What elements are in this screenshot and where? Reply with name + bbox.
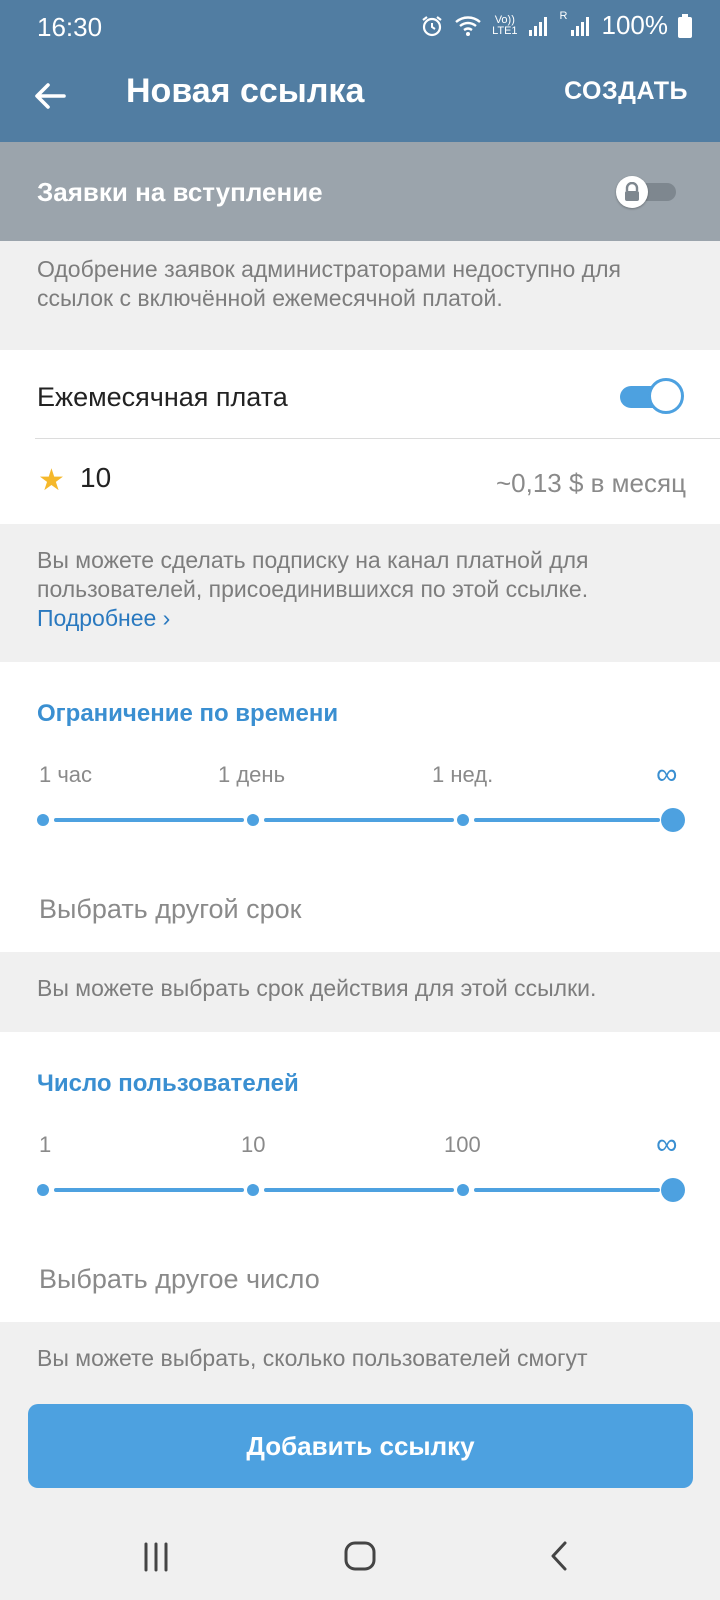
time-limit-card: Ограничение по времени 1 час 1 день 1 не… [0,662,720,952]
time-tick[interactable]: ∞ [656,758,677,792]
system-nav-bar [0,1510,720,1600]
arrow-left-icon[interactable] [30,76,70,116]
star-icon: ★ [38,464,65,497]
network-type: Vo)) LTE1 [492,13,518,37]
add-link-button[interactable]: Добавить ссылку [28,1404,693,1488]
slider-segment [54,1188,244,1192]
status-bar: 16:30 Vo)) LTE1 R 100% [0,0,720,52]
battery-icon [678,13,692,38]
user-limit-slider[interactable] [37,1178,685,1202]
slider-thumb[interactable] [661,808,685,832]
lock-icon [616,176,648,208]
home-icon[interactable] [340,1536,380,1576]
user-limit-card: Число пользователей 1 10 100 ∞ Выбрать д… [0,1032,720,1322]
status-icons: Vo)) LTE1 R 100% [420,10,692,41]
app-bar: Новая ссылка СОЗДАТЬ [0,52,720,142]
monthly-fee-toggle[interactable] [620,378,684,414]
join-requests-label: Заявки на вступление [37,177,323,207]
create-button[interactable]: СОЗДАТЬ [564,77,688,106]
custom-count-option[interactable]: Выбрать другое число [39,1264,320,1295]
alarm-icon [422,15,442,36]
more-link[interactable]: Подробнее › [37,605,170,631]
usd-equivalent: ~0,13 $ в месяц [495,468,686,498]
monthly-fee-card: Ежемесячная плата ★ 10 ~0,13 $ в месяц [0,350,720,524]
monthly-fee-hint: Вы можете сделать подписку на канал плат… [37,547,589,602]
slider-thumb[interactable] [661,1178,685,1202]
toggle-knob [648,378,684,414]
time-limit-title: Ограничение по времени [37,700,339,727]
slider-segment [264,1188,454,1192]
status-time: 16:30 [37,12,103,42]
join-requests-hint: Одобрение заявок администраторами недост… [0,255,720,313]
back-icon[interactable] [541,1536,581,1576]
slider-segment [54,818,244,822]
time-limit-slider[interactable] [37,808,685,832]
signal-icon [528,16,547,36]
user-tick[interactable]: 10 [241,1132,265,1158]
network-label-bottom: LTE1 [492,24,518,37]
time-tick[interactable]: 1 час [39,762,92,788]
user-tick[interactable]: ∞ [656,1128,677,1162]
divider [35,438,720,439]
slider-dot [37,1184,49,1196]
slider-dot [247,814,259,826]
time-limit-hint: Вы можете выбрать срок действия для этой… [0,974,720,1003]
join-requests-row[interactable]: Заявки на вступление [0,142,720,241]
wifi-icon [455,15,481,36]
slider-dot [457,814,469,826]
time-tick[interactable]: 1 нед. [432,762,493,788]
user-tick[interactable]: 1 [39,1132,51,1158]
slider-dot [457,1184,469,1196]
custom-duration-option[interactable]: Выбрать другой срок [39,894,301,925]
time-tick[interactable]: 1 день [218,762,285,788]
slider-segment [474,818,660,822]
recents-icon[interactable] [137,1536,177,1576]
network-label-top: Vo)) [494,13,515,26]
user-limit-hint: Вы можете выбрать, сколько пользователей… [0,1344,720,1373]
monthly-fee-label: Ежемесячная плата [37,382,288,412]
page-title: Новая ссылка [126,72,365,110]
stars-amount-input[interactable]: 10 [80,462,111,494]
user-tick[interactable]: 100 [444,1132,481,1158]
signal-icon [570,16,589,36]
slider-dot [37,814,49,826]
user-limit-title: Число пользователей [37,1070,299,1097]
roaming-label: R [559,10,568,22]
monthly-fee-hint-block: Вы можете сделать подписку на канал плат… [0,546,720,633]
slider-segment [264,818,454,822]
join-requests-toggle[interactable] [616,174,676,208]
battery-percent: 100% [601,10,669,40]
slider-segment [474,1188,660,1192]
slider-dot [247,1184,259,1196]
